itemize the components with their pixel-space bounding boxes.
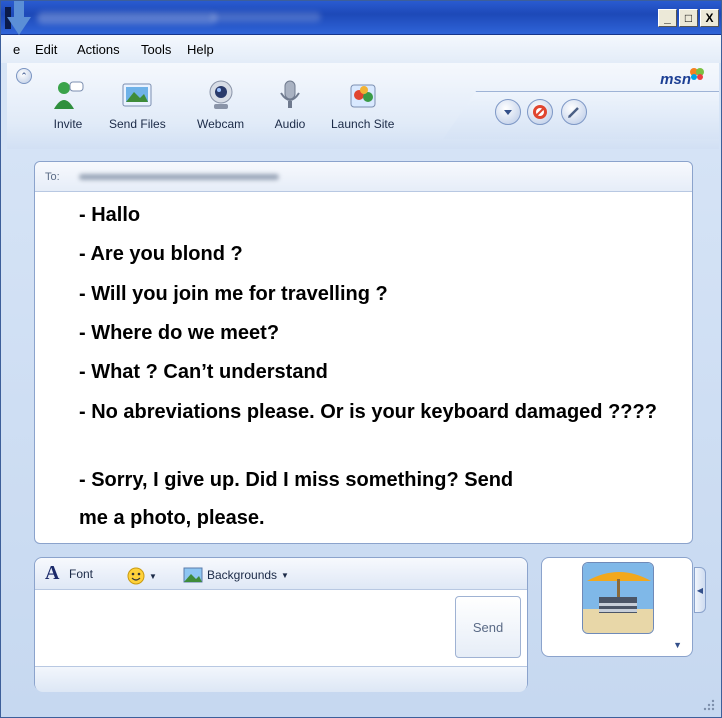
maximize-button[interactable]: □ xyxy=(679,9,698,27)
display-picture-panel: ▼ xyxy=(541,557,693,657)
message-line: - Hallo xyxy=(79,204,141,226)
send-files-label: Send Files xyxy=(109,117,166,131)
more-options-button[interactable] xyxy=(495,99,521,125)
invite-icon xyxy=(54,81,84,109)
send-files-icon xyxy=(122,83,152,107)
message-line: me a photo, please. xyxy=(79,507,265,529)
message-line: - Where do we meet? xyxy=(79,322,280,344)
audio-button[interactable]: Audio xyxy=(273,79,307,131)
font-icon: A xyxy=(45,562,60,584)
message-line: - What ? Can’t understand xyxy=(79,361,328,383)
launch-site-icon xyxy=(350,84,376,108)
title-bar[interactable]: _ □ X xyxy=(1,1,721,35)
title-blurred xyxy=(37,12,217,24)
pointer-arrow-icon xyxy=(7,1,31,35)
webcam-button[interactable]: Webcam xyxy=(197,79,244,131)
collapse-picture-tab[interactable]: ◀ xyxy=(694,567,706,613)
send-files-button[interactable]: Send Files xyxy=(109,79,166,131)
minimize-button[interactable]: _ xyxy=(658,9,677,27)
close-button[interactable]: X xyxy=(700,9,719,27)
send-label: Send xyxy=(472,619,504,635)
pen-icon xyxy=(568,107,579,118)
menu-tools[interactable]: Tools xyxy=(141,42,171,57)
conversation-window: _ □ X e Edit Actions Tools Help ⌃ Invite… xyxy=(0,0,722,718)
backgrounds-icon xyxy=(183,567,203,583)
chevron-down-icon: ▼ xyxy=(149,571,157,581)
launch-site-button[interactable]: Launch Site xyxy=(331,79,394,131)
message-line: - No abreviations please. Or is your key… xyxy=(79,401,657,423)
font-label: Font xyxy=(69,567,94,581)
chevron-down-icon[interactable]: ▼ xyxy=(673,640,682,650)
menu-actions[interactable]: Actions xyxy=(77,42,120,57)
contact-name-blurred xyxy=(79,174,279,180)
emoticon-icon xyxy=(127,567,145,585)
compose-area: A Font ▼ Backgrounds ▼ Send xyxy=(34,557,528,692)
msn-logo: msn xyxy=(660,71,691,88)
webcam-icon xyxy=(209,80,233,109)
message-line: - Will you join me for travelling ? xyxy=(79,283,388,305)
menu-edit[interactable]: Edit xyxy=(35,42,57,57)
block-button[interactable] xyxy=(527,99,553,125)
chevron-down-icon xyxy=(504,110,512,115)
invite-button[interactable]: Invite xyxy=(51,79,85,131)
conversation-history[interactable]: To: - Hallo - Are you blond ? - Will you… xyxy=(34,161,693,544)
invite-label: Invite xyxy=(53,117,83,131)
title-blurred-2 xyxy=(211,12,321,22)
chevron-down-icon: ▼ xyxy=(281,570,289,580)
message-line: - Are you blond ? xyxy=(79,243,243,265)
to-label: To: xyxy=(45,171,60,183)
resize-grip-icon[interactable] xyxy=(701,697,715,711)
emoticon-button[interactable]: ▼ xyxy=(127,567,157,585)
to-bar: To: xyxy=(35,162,692,192)
launch-site-label: Launch Site xyxy=(331,117,395,131)
beach-chair-picture xyxy=(583,563,653,633)
menu-file[interactable]: e xyxy=(13,42,20,57)
backgrounds-label: Backgrounds xyxy=(207,568,278,582)
send-button[interactable]: Send xyxy=(455,596,521,658)
format-bar: A Font ▼ Backgrounds ▼ xyxy=(35,558,527,590)
backgrounds-button[interactable]: Backgrounds ▼ xyxy=(183,567,289,583)
msn-butterfly-icon xyxy=(690,68,704,80)
font-button[interactable]: Font xyxy=(69,567,93,581)
compose-footer xyxy=(35,666,527,692)
menu-help[interactable]: Help xyxy=(187,42,214,57)
message-input[interactable] xyxy=(37,592,449,664)
audio-label: Audio xyxy=(274,117,306,131)
menu-bar: e Edit Actions Tools Help xyxy=(1,35,721,63)
display-picture[interactable] xyxy=(582,562,654,634)
webcam-label: Webcam xyxy=(197,117,245,131)
block-icon xyxy=(533,105,547,119)
window-controls: _ □ X xyxy=(658,9,719,27)
audio-icon xyxy=(280,80,300,108)
message-line: - Sorry, I give up. Did I miss something… xyxy=(79,469,514,491)
handwriting-button[interactable] xyxy=(561,99,587,125)
expand-toolbar-icon[interactable]: ⌃ xyxy=(16,68,32,84)
